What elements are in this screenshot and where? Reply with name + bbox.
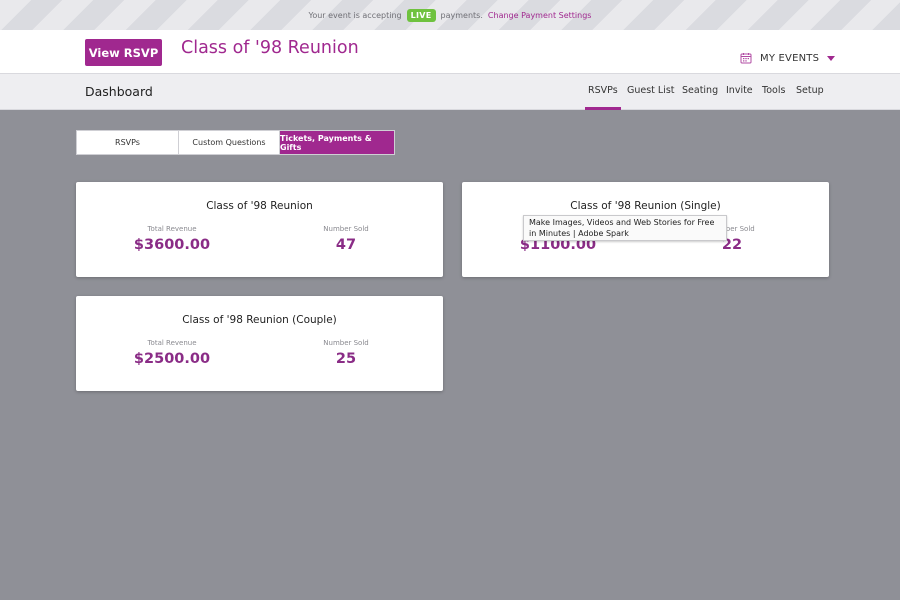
my-events-label: MY EVENTS: [760, 52, 820, 64]
banner-prefix: Your event is accepting: [308, 10, 402, 20]
tab-custom-questions[interactable]: Custom Questions: [179, 131, 280, 154]
tab-tickets-payments-gifts[interactable]: Tickets, Payments & Gifts: [280, 131, 394, 154]
number-sold-label: Number Sold: [323, 339, 369, 347]
total-revenue-label: Total Revenue: [147, 225, 197, 233]
number-sold-value: 25: [335, 351, 357, 367]
card-title: Class of '98 Reunion (Single): [570, 200, 721, 212]
live-badge: LIVE: [406, 8, 436, 22]
my-events-menu[interactable]: MY EVENTS: [740, 50, 836, 66]
ticket-summary-card: Class of '98 Reunion (Couple) Total Reve…: [76, 296, 443, 391]
nav-item-tools[interactable]: Tools: [762, 85, 785, 96]
card-title: Class of '98 Reunion: [206, 200, 313, 212]
change-payment-settings-link[interactable]: Change Payment Settings: [488, 11, 592, 20]
rsvp-tabs: RSVPs Custom Questions Tickets, Payments…: [76, 130, 395, 155]
page-title: Dashboard: [85, 84, 153, 99]
view-rsvp-button[interactable]: View RSVP: [85, 39, 162, 66]
card-title: Class of '98 Reunion (Couple): [182, 314, 337, 326]
total-revenue-label: Total Revenue: [147, 339, 197, 347]
number-sold-label: Number Sold: [323, 225, 369, 233]
nav-item-rsvps[interactable]: RSVPs: [585, 85, 621, 110]
browser-tooltip: Make Images, Videos and Web Stories for …: [523, 215, 727, 241]
total-revenue-value: $3600.00: [133, 237, 211, 253]
banner-suffix: payments.: [440, 10, 483, 20]
nav-item-invite[interactable]: Invite: [726, 85, 753, 96]
app-header: View RSVP Class of '98 Reunion MY EVENTS: [0, 30, 900, 74]
nav-item-guest-list[interactable]: Guest List: [627, 85, 675, 96]
dashboard-nav: Dashboard RSVPs Guest List Seating Invit…: [0, 74, 900, 110]
event-title: Class of '98 Reunion: [181, 38, 359, 58]
total-revenue-value: $2500.00: [133, 351, 211, 367]
number-sold-value: 47: [335, 237, 357, 253]
ticket-summary-card: Class of '98 Reunion Total Revenue $3600…: [76, 182, 443, 277]
payment-status-banner: Your event is accepting LIVE payments. C…: [0, 0, 900, 30]
tab-rsvps[interactable]: RSVPs: [77, 131, 179, 154]
chevron-down-icon: [827, 55, 836, 61]
calendar-icon: [740, 53, 752, 64]
nav-item-seating[interactable]: Seating: [682, 85, 718, 96]
nav-item-setup[interactable]: Setup: [796, 85, 824, 96]
